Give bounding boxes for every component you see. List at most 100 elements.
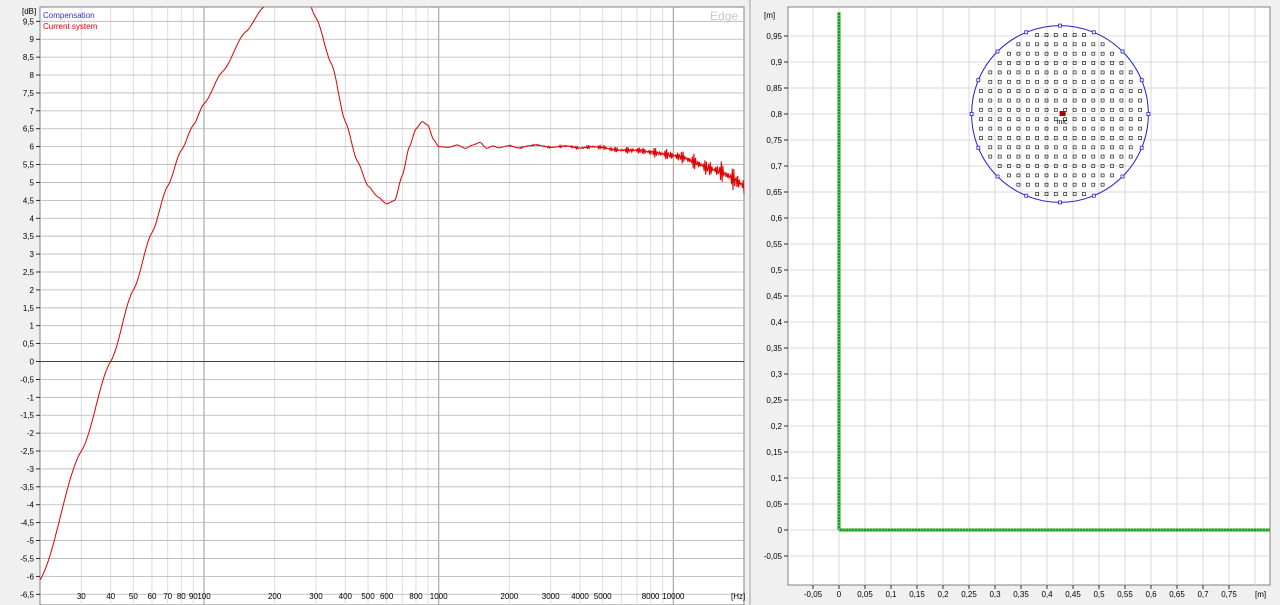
y-tick-label: -4,5 — [20, 519, 34, 528]
y-tick-label: 0,6 — [771, 214, 783, 223]
x-tick-label: 0,25 — [961, 590, 977, 599]
y-tick-label: 6,5 — [23, 125, 35, 134]
watermark-text: Edge — [710, 9, 738, 23]
y-tick-label: 2,5 — [23, 268, 35, 277]
x-tick-label: 60 — [148, 592, 157, 601]
y-tick-label: 7 — [30, 107, 35, 116]
x-tick-label: 10000 — [662, 592, 685, 601]
circle-handle[interactable] — [1024, 30, 1029, 35]
y-tick-label: 0,4 — [771, 318, 783, 327]
y-tick-label: -1 — [27, 393, 35, 402]
x-tick-label: 0,5 — [1093, 590, 1105, 599]
y-tick-label: -0,5 — [20, 375, 34, 384]
circle-handle[interactable] — [969, 112, 974, 116]
y-tick-label: 0,65 — [766, 188, 782, 197]
x-tick-label: -0,05 — [804, 590, 823, 599]
x-tick-labels-right: -0,05 0 0,05 0,1 0,15 0,2 0,25 0,3 0,35 0,4 0,45 0,… — [804, 585, 1237, 599]
y-tick-label: 2 — [30, 286, 35, 295]
x-tick-label: 0,75 — [1221, 590, 1237, 599]
x-tick-label: 0,45 — [1065, 590, 1081, 599]
x-tick-label: 500 — [361, 592, 375, 601]
chart-workspace: 9,598,587,576,565,554,543,532,521,510,50… — [20, 0, 1271, 605]
y-tick-label: 0,55 — [766, 240, 782, 249]
x-tick-label: 1000 — [430, 592, 448, 601]
y-tick-label: 0,75 — [766, 136, 782, 145]
x-tick-label: 0,35 — [1013, 590, 1029, 599]
x-tick-label: 5000 — [594, 592, 612, 601]
y-tick-label: 9,5 — [23, 17, 35, 26]
x-tick-label: 400 — [339, 592, 353, 601]
y-tick-label: 4,5 — [23, 196, 35, 205]
x-tick-label: 4000 — [571, 592, 589, 601]
x-tick-label: 0,3 — [989, 590, 1001, 599]
y-tick-label: 3 — [30, 250, 35, 259]
circle-handle[interactable] — [976, 145, 981, 150]
y-tick-label: -4 — [27, 501, 35, 510]
y-tick-label: 0,05 — [766, 500, 782, 509]
y-tick-label: 0 — [778, 526, 783, 535]
x-tick-label: 0,55 — [1117, 590, 1133, 599]
mic-marker[interactable] — [1059, 111, 1066, 116]
x-tick-label: 8000 — [642, 592, 660, 601]
x-tick-labels-left: 30 40 50 60 70 80 90 100 200 300 400 500 600 800 1000 2… — [77, 592, 685, 601]
x-tick-label: 0,7 — [1197, 590, 1209, 599]
circle-handle[interactable] — [1139, 78, 1144, 83]
y-tick-label: 0,7 — [771, 162, 783, 171]
y-tick-label: 9 — [30, 35, 35, 44]
y-tick-label: 8,5 — [23, 53, 35, 62]
y-tick-labels-right: 0,95 0,9 0,85 0,8 0,75 0,7 0,65 0,6 0,55 0,5 0,45 0… — [764, 32, 788, 561]
y-tick-label: -3,5 — [20, 483, 34, 492]
y-tick-label: 0,2 — [771, 422, 783, 431]
legend-item-current-system: Current system — [43, 22, 98, 31]
x-tick-label: 50 — [129, 592, 138, 601]
x-tick-label: 0,65 — [1169, 590, 1185, 599]
y-tick-label: 4 — [30, 214, 35, 223]
circle-handle[interactable] — [1058, 200, 1062, 205]
circle-handle[interactable] — [1146, 112, 1151, 116]
y-tick-label: 1 — [30, 322, 35, 331]
y-tick-label: 0,3 — [771, 370, 783, 379]
circle-handle[interactable] — [1091, 30, 1096, 35]
circle-handle[interactable] — [1091, 193, 1096, 198]
x-tick-label: 0,05 — [857, 590, 873, 599]
plot-area-left — [39, 6, 745, 605]
circle-handle[interactable] — [1120, 174, 1125, 179]
circle-handle[interactable] — [995, 49, 1000, 54]
y-tick-label: 7,5 — [23, 89, 35, 98]
y-tick-label: -3 — [27, 465, 35, 474]
circle-handle[interactable] — [1139, 145, 1144, 150]
y-tick-label: 0,5 — [771, 266, 783, 275]
x-tick-label: 70 — [163, 592, 172, 601]
x-tick-label: 600 — [380, 592, 394, 601]
circle-handle[interactable] — [1058, 23, 1062, 28]
room-layout-chart: 0,95 0,9 0,85 0,8 0,75 0,7 0,65 0,6 0,55 0,5 0,45 0… — [764, 6, 1271, 599]
y-tick-label: 0,45 — [766, 292, 782, 301]
y-tick-label: 0,15 — [766, 448, 782, 457]
y-tick-label: 0,8 — [771, 110, 783, 119]
y-tick-label: 3,5 — [23, 232, 35, 241]
circle-handle[interactable] — [995, 174, 1000, 179]
y-tick-label: 0,35 — [766, 344, 782, 353]
circle-handle[interactable] — [1024, 193, 1029, 198]
y-tick-label: 8 — [30, 71, 35, 80]
x-tick-label: 0,15 — [909, 590, 925, 599]
y-tick-labels-left: 9,5 9 8,5 8 7,5 7 6,5 6 5,5 5 4,5 4 3,5 3 2,5 2 1,5 1 0,5 0… — [20, 17, 40, 599]
x-axis-unit-label: [Hz] — [731, 592, 745, 601]
y-tick-label: -2 — [27, 429, 35, 438]
x-tick-label: 3000 — [542, 592, 560, 601]
mic-label: mic — [1057, 119, 1068, 126]
x-tick-label: 200 — [268, 592, 282, 601]
x-tick-label: 0,6 — [1145, 590, 1157, 599]
x-tick-label: 800 — [409, 592, 423, 601]
circle-handle[interactable] — [1120, 49, 1125, 54]
y-tick-label: 0,25 — [766, 396, 782, 405]
circle-handle[interactable] — [976, 78, 981, 83]
y-tick-label: -6,5 — [20, 590, 34, 599]
y-tick-label: -0,05 — [764, 552, 783, 561]
x-tick-label: 300 — [309, 592, 323, 601]
y-tick-label: 0 — [30, 358, 35, 367]
y-tick-label: -5,5 — [20, 554, 34, 563]
y-tick-label: 5 — [30, 178, 35, 187]
y-tick-label: -5 — [27, 537, 35, 546]
y-tick-label: -6 — [27, 572, 35, 581]
